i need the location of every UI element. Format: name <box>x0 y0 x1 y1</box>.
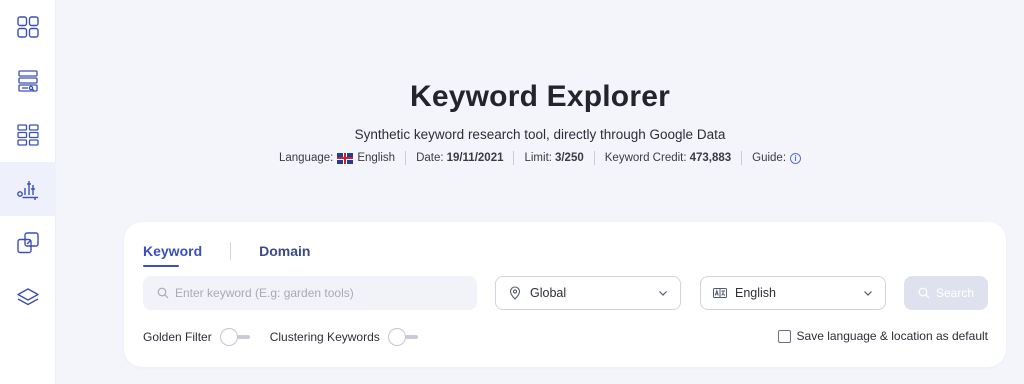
meta-credit-label: Keyword Credit: <box>604 152 687 164</box>
golden-filter-toggle[interactable] <box>219 328 252 346</box>
search-button[interactable]: Search <box>904 276 988 310</box>
page-subtitle: Synthetic keyword research tool, directl… <box>354 127 726 142</box>
golden-filter-label: Golden Filter <box>143 330 212 344</box>
domain-compare-icon <box>17 232 39 254</box>
search-tabs: Keyword Domain <box>143 242 310 268</box>
tab-keyword[interactable]: Keyword <box>143 243 202 267</box>
location-select[interactable]: Global <box>495 276 681 310</box>
meta-credit: Keyword Credit: 473,883 <box>595 152 741 164</box>
sidebar-item-keyword-explorer[interactable] <box>0 162 56 216</box>
meta-limit-value: 3/250 <box>554 152 584 164</box>
site-audit-icon <box>18 70 38 92</box>
meta-credit-value: 473,883 <box>689 152 732 164</box>
search-icon <box>157 287 169 299</box>
meta-limit: Limit: 3/250 <box>514 152 593 164</box>
meta-language-value: English <box>357 152 396 164</box>
save-default-label: Save language & location as default <box>796 329 988 343</box>
uk-flag-icon <box>337 152 354 164</box>
keyword-input-wrapper <box>143 276 477 310</box>
sidebar <box>0 0 56 384</box>
sidebar-item-layers[interactable] <box>0 270 56 324</box>
divider <box>230 242 232 260</box>
save-default-option[interactable]: Save language & location as default <box>777 329 988 343</box>
language-select-value: English <box>735 286 776 300</box>
meta-limit-label: Limit: <box>524 152 552 164</box>
meta-guide: Guide: i <box>742 152 811 164</box>
tab-domain[interactable]: Domain <box>259 243 310 267</box>
clustering-keywords-toggle[interactable] <box>387 328 420 346</box>
meta-date: Date: 19/11/2021 <box>406 152 513 164</box>
page-title: Keyword Explorer <box>410 80 670 113</box>
sidebar-item-dashboard[interactable] <box>0 0 56 54</box>
filter-toggles: Golden Filter Clustering Keywords <box>143 328 438 346</box>
keyword-input[interactable] <box>175 286 465 300</box>
sidebar-item-site-audit[interactable] <box>0 54 56 108</box>
meta-language: Language: English <box>269 152 405 164</box>
save-default-checkbox[interactable] <box>777 329 791 343</box>
keyword-explorer-icon <box>17 181 38 200</box>
meta-date-label: Date: <box>416 152 444 164</box>
toggle-knob <box>387 328 406 346</box>
layers-icon <box>17 288 39 306</box>
sidebar-item-rank-tracker[interactable] <box>0 108 56 162</box>
search-button-label: Search <box>935 286 975 300</box>
meta-guide-label: Guide: <box>752 152 787 164</box>
search-card: Keyword Domain Global English Search <box>124 222 1006 367</box>
chevron-down-icon <box>659 291 667 296</box>
rank-tracker-icon <box>17 124 39 146</box>
meta-bar: Language: English Date: 19/11/2021 Limit… <box>56 151 1024 165</box>
meta-language-label: Language: <box>278 152 334 164</box>
location-select-value: Global <box>530 286 567 300</box>
chevron-down-icon <box>864 291 872 296</box>
sidebar-item-domain-compare[interactable] <box>0 216 56 270</box>
translate-icon <box>713 288 727 298</box>
dashboard-grid-icon <box>17 16 39 38</box>
location-pin-icon <box>509 286 521 300</box>
info-icon[interactable]: i <box>790 152 802 164</box>
search-icon <box>918 287 930 299</box>
language-select[interactable]: English <box>700 276 886 310</box>
toggle-knob <box>219 328 238 346</box>
meta-date-value: 19/11/2021 <box>446 152 504 164</box>
clustering-keywords-label: Clustering Keywords <box>269 330 380 344</box>
